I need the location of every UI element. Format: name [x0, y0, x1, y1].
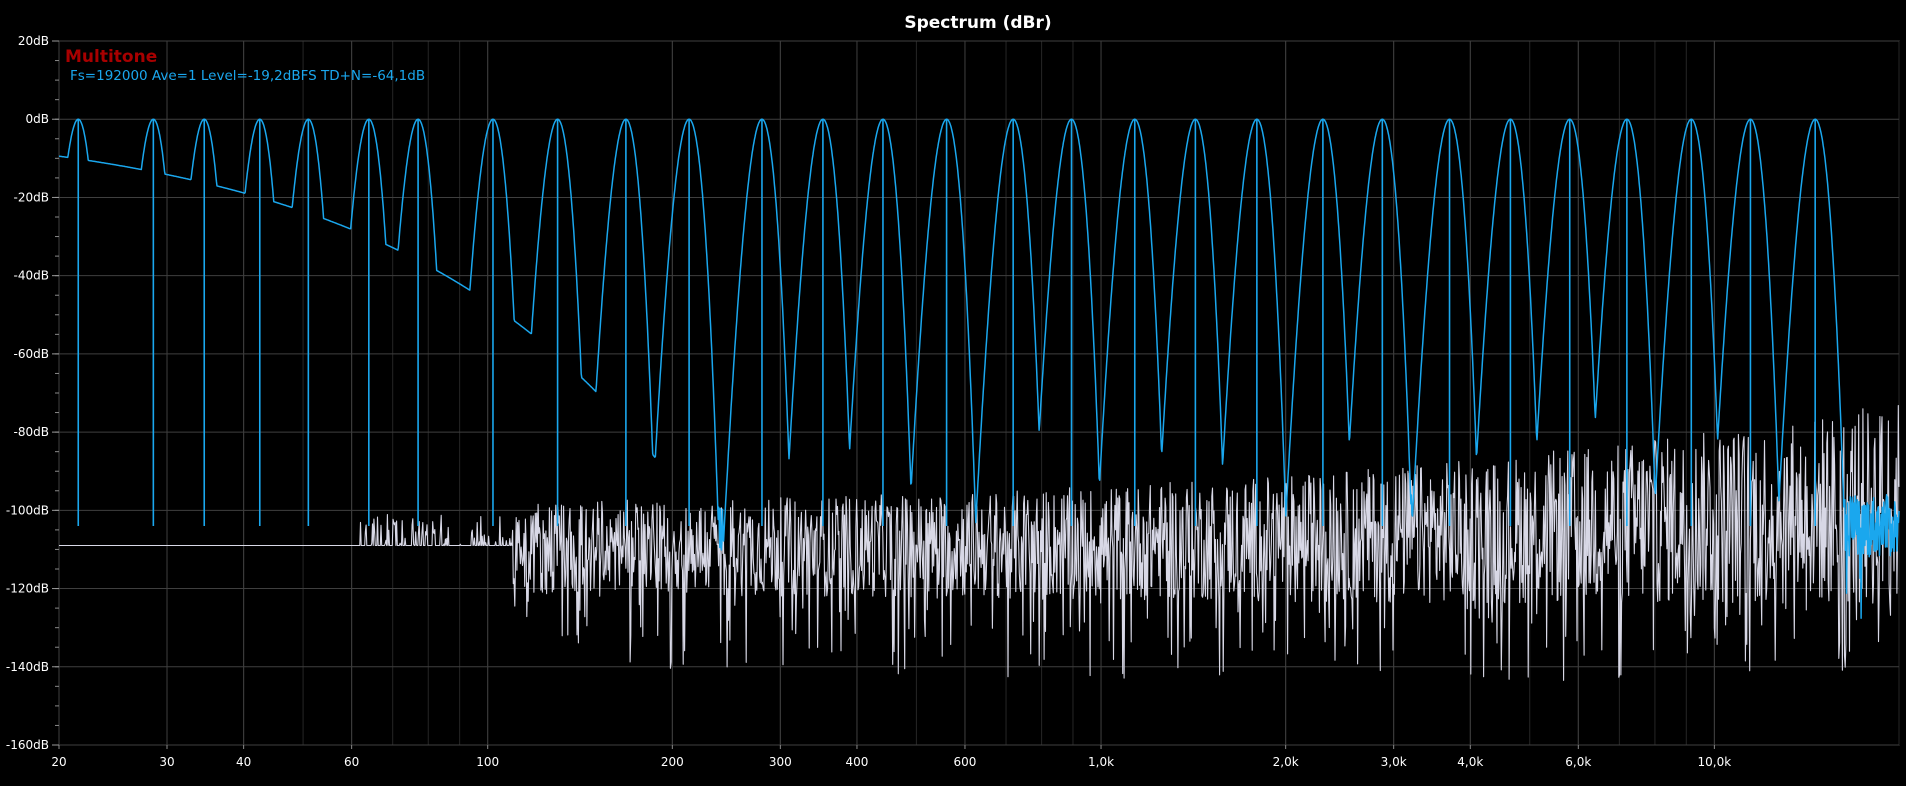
x-tick-label: 400	[846, 755, 869, 769]
x-tick-label: 40	[236, 755, 251, 769]
x-tick-label: 2,0k	[1273, 755, 1299, 769]
x-tick-label: 6,0k	[1565, 755, 1591, 769]
y-tick-label: 0dB	[26, 112, 49, 126]
x-tick-label: 300	[769, 755, 792, 769]
x-tick-label: 30	[159, 755, 174, 769]
x-tick-label: 4,0k	[1457, 755, 1483, 769]
y-tick-label: -80dB	[14, 425, 49, 439]
y-tick-label: -120dB	[6, 582, 49, 596]
x-tick-label: 10,0k	[1698, 755, 1732, 769]
chart-title: Spectrum (dBr)	[904, 13, 1051, 33]
x-tick-label: 60	[344, 755, 359, 769]
multitone-annotation-text: Fs=192000 Ave=1 Level=-19,2dBFS TD+N=-64…	[70, 68, 425, 84]
y-tick-label: 20dB	[18, 34, 49, 48]
y-tick-label: -140dB	[6, 660, 49, 674]
x-tick-label: 20	[51, 755, 66, 769]
y-tick-label: -60dB	[14, 347, 49, 361]
x-tick-label: 600	[954, 755, 977, 769]
y-tick-label: -100dB	[6, 503, 49, 517]
plot-background	[58, 40, 1900, 746]
x-tick-label: 1,0k	[1088, 755, 1114, 769]
y-tick-label: -160dB	[6, 738, 49, 752]
y-tick-label: -40dB	[14, 269, 49, 283]
spectrum-chart: Spectrum (dBr) 20 30 40 60 100 200 300 400 600 1,…	[0, 0, 1906, 782]
x-tick-label: 200	[661, 755, 684, 769]
multitone-annotation-title: Multitone	[65, 47, 157, 67]
y-tick-label: -20dB	[14, 190, 49, 204]
x-tick-label: 100	[476, 755, 499, 769]
spectrum-svg: Spectrum (dBr) 20 30 40 60 100 200 300 400 600 1,…	[6, 13, 1900, 769]
x-tick-label: 3,0k	[1381, 755, 1407, 769]
